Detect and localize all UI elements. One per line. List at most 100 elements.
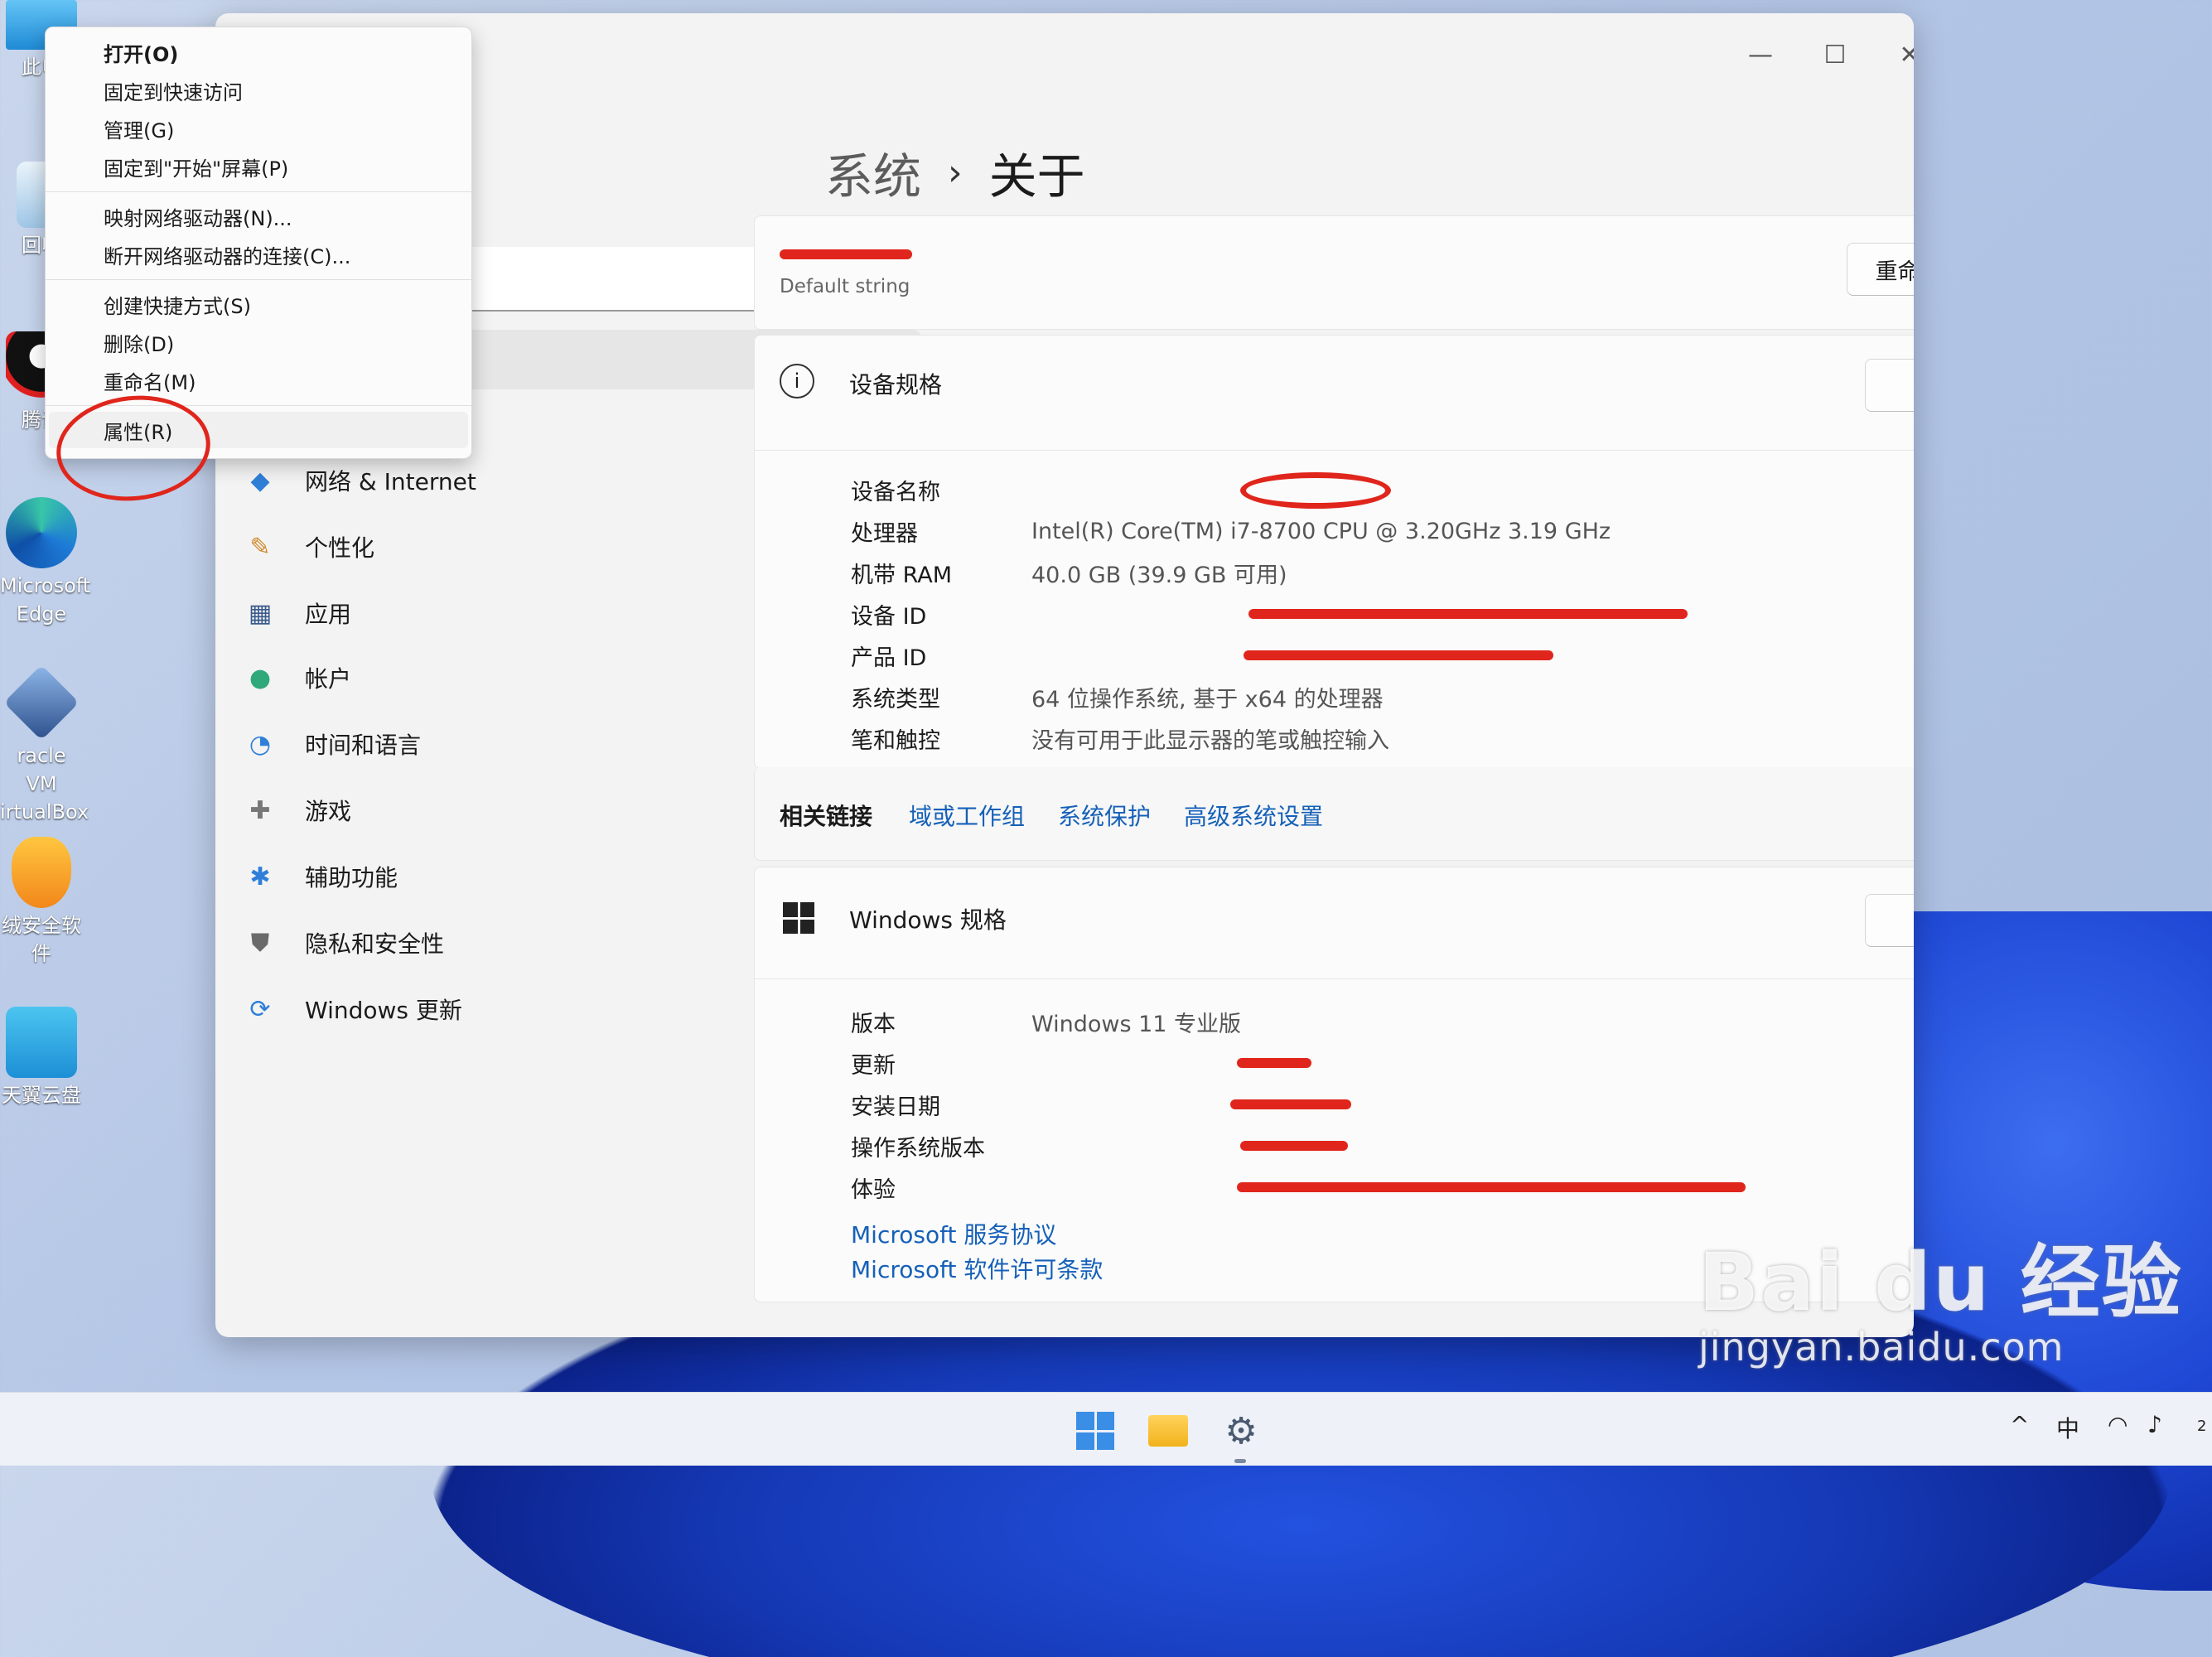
menu-item-label: 打开(O): [104, 42, 179, 66]
menu-item-map-network-drive[interactable]: 映射网络驱动器(N)...: [49, 198, 468, 234]
spec-row: 安装日期: [851, 1086, 1031, 1123]
divider: [755, 978, 1914, 979]
ime-indicator[interactable]: 中: [2056, 1411, 2079, 1444]
spec-value: 没有可用于此显示器的笔或触控输入: [1031, 727, 1389, 754]
wifi-icon[interactable]: ◠: [2108, 1411, 2127, 1438]
file-explorer-icon[interactable]: [1147, 1409, 1190, 1452]
device-specs-title: 设备规格: [849, 371, 943, 399]
clock[interactable]: 2: [2197, 1418, 2206, 1435]
breadcrumb-parent[interactable]: 系统: [825, 138, 921, 207]
desktop-icon-label: racle VM irtualBox: [0, 744, 89, 824]
menu-item-pin-start[interactable]: 固定到"开始"屏幕(P): [49, 148, 468, 185]
spec-value: 64 位操作系统, 基于 x64 的处理器: [1031, 686, 1384, 713]
spec-key: 安装日期: [851, 1094, 940, 1120]
accessibility-icon: ✱: [249, 862, 271, 891]
menu-item-open[interactable]: 打开(O): [49, 34, 468, 70]
gamepad-icon: ✚: [249, 795, 271, 825]
nav-item-privacy[interactable]: ⛊ 隐私和安全性: [230, 918, 444, 968]
nav-item-label: Windows 更新: [305, 997, 462, 1024]
close-button[interactable]: ✕: [1872, 30, 1914, 80]
spec-row: 系统类型 64 位操作系统, 基于 x64 的处理器: [851, 679, 1384, 715]
nav-item-label: 游戏: [305, 798, 352, 825]
menu-separator: [46, 279, 471, 280]
redacted-os-build: [1240, 1141, 1348, 1151]
desktop-icon-label: Microsoft Edge: [0, 574, 91, 626]
menu-separator: [46, 191, 471, 192]
breadcrumb: 系统 › 关于: [825, 138, 1085, 207]
link-microsoft-services-agreement[interactable]: Microsoft 服务协议: [851, 1217, 1056, 1250]
redacted-device-id: [1248, 609, 1688, 619]
link-system-protection[interactable]: 系统保护: [1058, 799, 1151, 832]
settings-gear-icon[interactable]: ⚙: [1219, 1409, 1263, 1452]
minimize-icon: —: [1748, 40, 1773, 70]
spec-value: Windows 11 专业版: [1031, 1011, 1242, 1037]
baidu-watermark: Bai du 经验 jingyan.baidu.com: [1698, 1218, 2183, 1370]
spec-row: 笔和触控 没有可用于此显示器的笔或触控输入: [851, 720, 1389, 756]
link-microsoft-software-license-terms[interactable]: Microsoft 软件许可条款: [851, 1252, 1103, 1285]
menu-item-create-shortcut[interactable]: 创建快捷方式(S): [49, 286, 468, 322]
nav-item-apps[interactable]: ▦ 应用: [230, 588, 351, 638]
spec-key: 版本: [851, 1011, 896, 1037]
menu-item-delete[interactable]: 删除(D): [49, 324, 468, 360]
desktop-icon-label: 绒安全软件: [2, 914, 81, 965]
info-icon: i: [780, 364, 814, 399]
spec-value: Intel(R) Core(TM) i7-8700 CPU @ 3.20GHz …: [1031, 518, 1611, 544]
time-language-icon: ◔: [249, 729, 272, 759]
shield-icon: ⛊: [250, 928, 270, 958]
cloud-icon: [6, 1007, 77, 1078]
spec-row: 操作系统版本: [851, 1128, 1031, 1164]
active-app-indicator: [1234, 1459, 1246, 1463]
related-links-card: 相关链接 域或工作组 系统保护 高级系统设置: [754, 767, 1914, 861]
desktop-icon-edge[interactable]: Microsoft Edge: [0, 497, 90, 628]
copy-device-specs-button[interactable]: 复制: [1865, 359, 1914, 412]
device-specs-card: i 设备规格 复制 ∧ 设备名称 处理器 Intel(R) Core(TM) i…: [754, 335, 1914, 769]
desktop-icon-label: 天翼云盘: [2, 1084, 81, 1107]
spec-key: 产品 ID: [851, 645, 927, 671]
nav-item-time-language[interactable]: ◔ 时间和语言: [230, 719, 421, 769]
link-advanced-system-settings[interactable]: 高级系统设置: [1184, 799, 1323, 832]
spec-key: 系统类型: [851, 686, 940, 713]
edge-icon: [6, 497, 77, 568]
nav-item-accounts[interactable]: ● 帐户: [230, 653, 351, 703]
spec-row: 更新: [851, 1045, 1031, 1081]
spec-key: 机带 RAM: [851, 562, 953, 588]
nav-item-gaming[interactable]: ✚ 游戏: [230, 785, 351, 835]
volume-icon[interactable]: ♪: [2147, 1411, 2162, 1438]
maximize-button[interactable]: ☐: [1798, 30, 1872, 80]
nav-item-windows-update[interactable]: ⟳ Windows 更新: [230, 984, 462, 1034]
spec-key: 操作系统版本: [851, 1135, 985, 1162]
nav-item-personalization[interactable]: ✎ 个性化: [230, 522, 374, 572]
redacted-install-date: [1230, 1099, 1351, 1109]
taskbar: ⚙ ^ 中 ◠ ♪ 2: [0, 1392, 2212, 1466]
brush-icon: ✎: [249, 532, 271, 562]
menu-item-rename[interactable]: 重命名(M): [49, 362, 468, 399]
network-icon: ◆: [250, 466, 270, 495]
nav-item-label: 辅助功能: [305, 864, 398, 891]
huorong-icon: [12, 837, 71, 908]
desktop-icon-huorong[interactable]: 绒安全软件: [0, 837, 83, 968]
spec-key: 笔和触控: [851, 727, 940, 754]
menu-item-label: 删除(D): [104, 332, 175, 356]
menu-item-manage[interactable]: 管理(G): [49, 110, 468, 147]
spec-row: 设备 ID: [851, 596, 1031, 632]
menu-item-disconnect-network-drive[interactable]: 断开网络驱动器的连接(C)...: [49, 236, 468, 273]
spec-row: 版本 Windows 11 专业版: [851, 1003, 1241, 1040]
tray-overflow-chevron-icon[interactable]: ^: [2010, 1411, 2029, 1438]
link-domain-workgroup[interactable]: 域或工作组: [909, 799, 1025, 832]
windows-specs-title: Windows 规格: [849, 906, 1007, 934]
menu-item-label: 固定到"开始"屏幕(P): [104, 157, 289, 181]
menu-item-pin-quick-access[interactable]: 固定到快速访问: [49, 72, 468, 109]
nav-item-label: 帐户: [305, 665, 352, 693]
spec-key: 体验: [851, 1176, 896, 1203]
copy-windows-specs-button[interactable]: 复制: [1865, 894, 1914, 947]
menu-item-label: 断开网络驱动器的连接(C)...: [104, 244, 351, 268]
desktop-icon-virtualbox[interactable]: racle VM irtualBox: [0, 664, 89, 826]
nav-item-network[interactable]: ◆ 网络 & Internet: [230, 456, 476, 505]
rename-pc-button[interactable]: 重命名这台电脑: [1847, 243, 1914, 296]
windows-start-icon[interactable]: [1074, 1409, 1117, 1452]
menu-item-label: 固定到快速访问: [104, 80, 243, 104]
desktop-icon-tianyi-cloud[interactable]: 天翼云盘: [0, 1007, 83, 1109]
spec-key: 更新: [851, 1052, 896, 1079]
nav-item-accessibility[interactable]: ✱ 辅助功能: [230, 852, 398, 901]
minimize-button[interactable]: —: [1723, 30, 1798, 80]
